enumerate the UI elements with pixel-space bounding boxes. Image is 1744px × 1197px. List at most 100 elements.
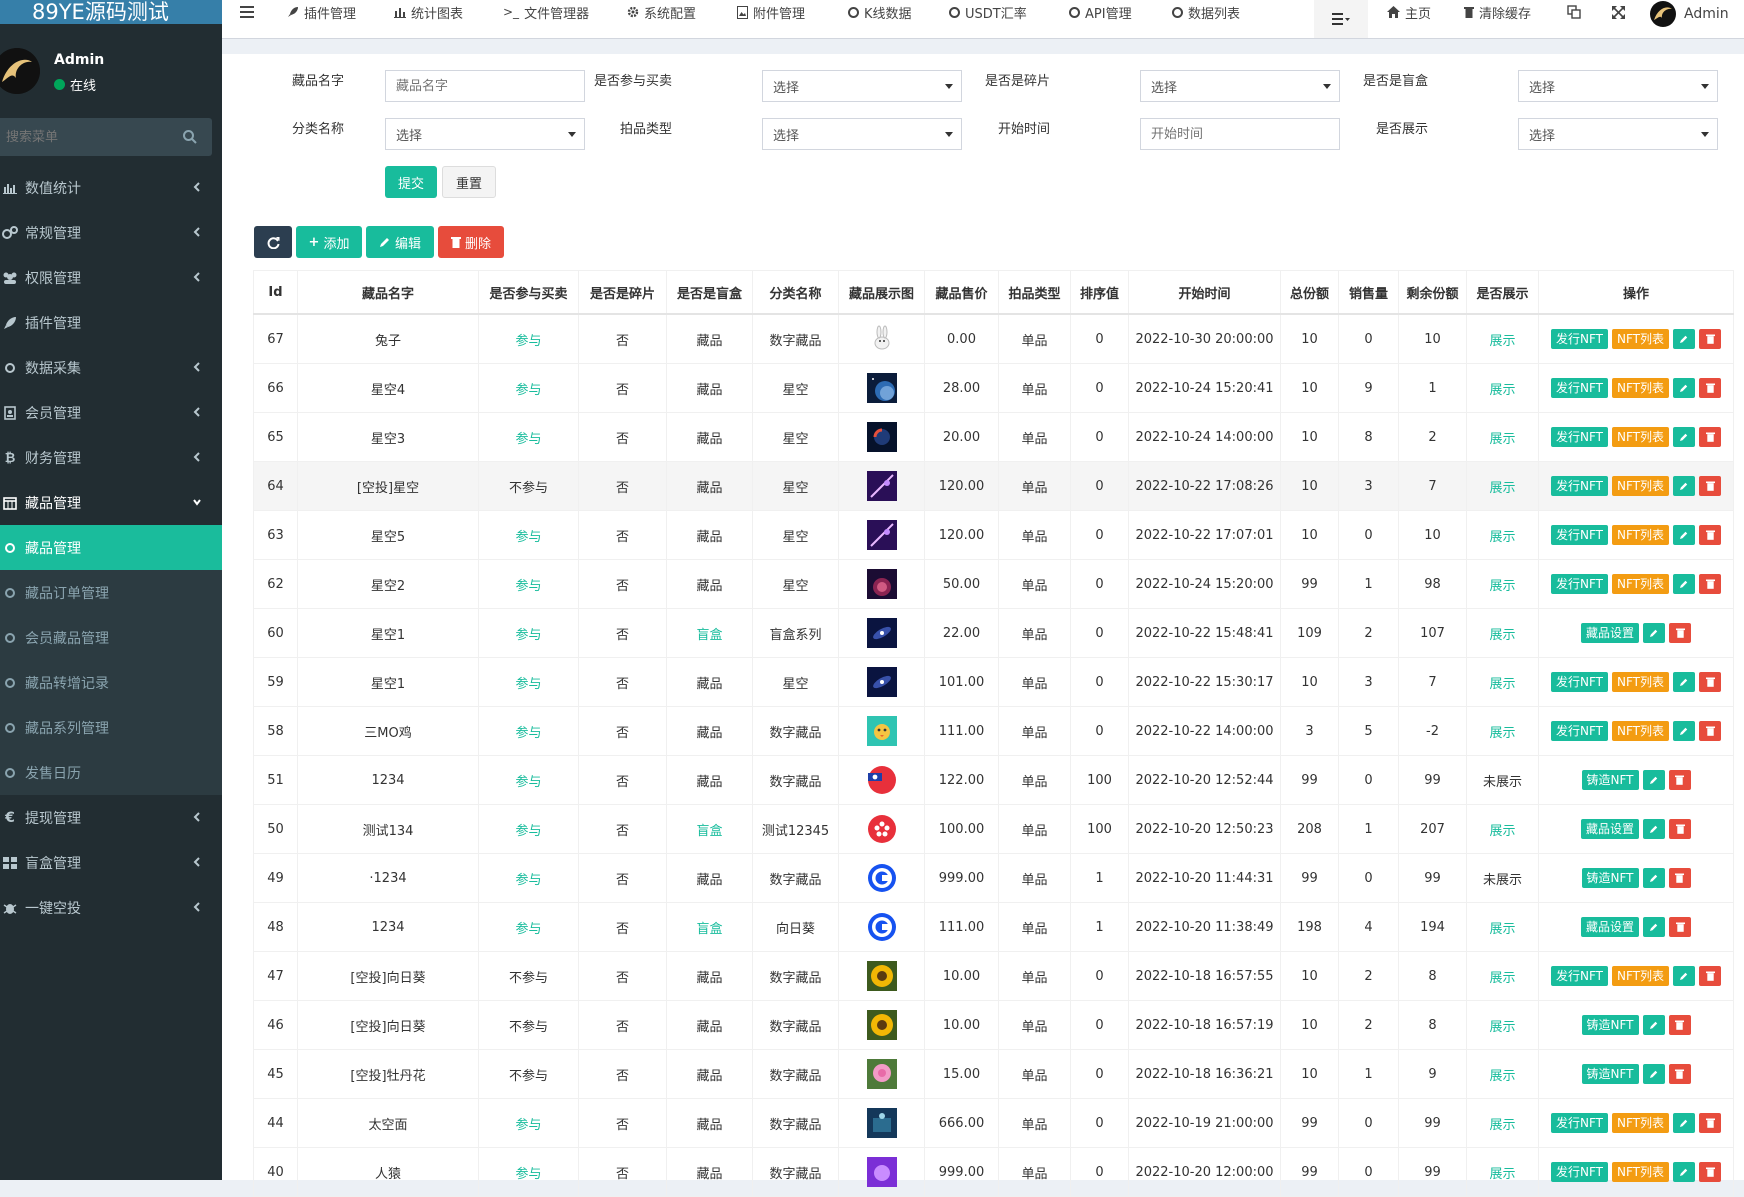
collection-thumbnail[interactable] xyxy=(867,814,897,844)
nft-list-button[interactable]: NFT列表 xyxy=(1612,966,1669,986)
row-delete-button[interactable] xyxy=(1668,1064,1691,1084)
sidebar-item-collections[interactable]: 藏品管理 xyxy=(0,480,222,525)
collection-thumbnail[interactable] xyxy=(866,1010,897,1040)
row-edit-button[interactable] xyxy=(1642,770,1665,790)
issue-nft-button[interactable]: 发行NFT xyxy=(1551,966,1608,986)
collection-thumbnail[interactable] xyxy=(867,765,897,795)
collection-thumbnail[interactable] xyxy=(866,373,897,403)
row-delete-button[interactable] xyxy=(1699,525,1721,545)
row-delete-button[interactable] xyxy=(1699,1162,1721,1182)
issue-nft-button[interactable]: 发行NFT xyxy=(1551,574,1608,594)
row-delete-button[interactable] xyxy=(1669,623,1691,643)
column-header[interactable]: Id xyxy=(253,270,298,315)
filter-name-input[interactable] xyxy=(385,70,585,102)
row-edit-button[interactable] xyxy=(1673,1162,1695,1182)
nft-list-button[interactable]: NFT列表 xyxy=(1612,525,1669,545)
sidebar-item-airdrop[interactable]: 一键空投 xyxy=(0,885,222,930)
row-edit-button[interactable] xyxy=(1642,1064,1665,1084)
issue-nft-button[interactable]: 发行NFT xyxy=(1551,525,1608,545)
issue-nft-button[interactable]: 发行NFT xyxy=(1551,721,1608,741)
row-delete-button[interactable] xyxy=(1668,868,1691,888)
sidebar-subitem-transfers[interactable]: 藏品转增记录 xyxy=(0,660,222,705)
tab-attachments[interactable]: 附件管理 xyxy=(737,0,805,24)
filter-category-select[interactable]: 选择 xyxy=(385,118,585,150)
table-row[interactable]: 59 星空1 参与否藏品 星空 101.00 单品 0 2022-10-22 15:30:17… xyxy=(253,657,1734,707)
tab-system-config[interactable]: 系统配置 xyxy=(627,0,696,24)
sidebar-toggle[interactable] xyxy=(240,0,254,24)
row-edit-button[interactable] xyxy=(1673,329,1695,349)
sidebar-subitem-collections[interactable]: 藏品管理 xyxy=(0,525,222,570)
issue-nft-button[interactable]: 发行NFT xyxy=(1551,329,1608,349)
delete-button[interactable]: 删除 xyxy=(438,226,504,258)
collection-thumbnail[interactable] xyxy=(866,716,897,746)
nft-list-button[interactable]: NFT列表 xyxy=(1612,574,1669,594)
filter-blindbox-select[interactable]: 选择 xyxy=(1518,70,1718,102)
filter-shard-select[interactable]: 选择 xyxy=(1140,70,1340,102)
row-delete-button[interactable] xyxy=(1699,1113,1721,1133)
mint-nft-button[interactable]: 铸造NFT xyxy=(1581,1064,1639,1084)
row-edit-button[interactable] xyxy=(1643,819,1665,839)
add-button[interactable]: + 添加 xyxy=(296,226,362,258)
collection-thumbnail[interactable] xyxy=(866,569,897,599)
row-delete-button[interactable] xyxy=(1669,819,1691,839)
sidebar-subitem-member-collections[interactable]: 会员藏品管理 xyxy=(0,615,222,660)
nft-list-button[interactable]: NFT列表 xyxy=(1612,427,1669,447)
row-delete-button[interactable] xyxy=(1668,1015,1691,1035)
nft-list-button[interactable]: NFT列表 xyxy=(1612,329,1669,349)
sidebar-item-blindbox[interactable]: 盲盒管理 xyxy=(0,840,222,885)
sidebar-item-withdraw[interactable]: € 提现管理 xyxy=(0,795,222,840)
row-delete-button[interactable] xyxy=(1699,378,1721,398)
row-delete-button[interactable] xyxy=(1699,574,1721,594)
admin-menu[interactable]: Admin xyxy=(1650,0,1729,28)
table-row[interactable]: 51 1234 参与否藏品 数字藏品 122.00 单品 100 2022-10-20 12:… xyxy=(253,755,1734,805)
sidebar-item-stats[interactable]: 数值统计 xyxy=(0,165,222,210)
row-edit-button[interactable] xyxy=(1673,1113,1695,1133)
sidebar-subitem-calendar[interactable]: 发售日历 xyxy=(0,750,222,795)
collection-thumbnail[interactable] xyxy=(866,471,897,501)
table-row[interactable]: 44 太空面 参与否藏品 数字藏品 666.00 单品 0 2022-10-19 21:00:… xyxy=(253,1098,1734,1148)
filter-show-select[interactable]: 选择 xyxy=(1518,118,1718,150)
table-row[interactable]: 45 [空投]牡丹花 不参与否藏品 数字藏品 15.00 单品 0 2022-10-18 16… xyxy=(253,1049,1734,1099)
collection-thumbnail[interactable] xyxy=(866,667,897,697)
collection-thumbnail[interactable] xyxy=(866,961,897,991)
collection-thumbnail[interactable] xyxy=(866,1059,897,1089)
sidebar-item-finance[interactable]: ₿ 财务管理 xyxy=(0,435,222,480)
collection-thumbnail[interactable] xyxy=(866,1157,897,1187)
sidebar-item-auth[interactable]: 权限管理 xyxy=(0,255,222,300)
row-edit-button[interactable] xyxy=(1642,1015,1665,1035)
issue-nft-button[interactable]: 发行NFT xyxy=(1551,672,1608,692)
sidebar-item-collect[interactable]: 数据采集 xyxy=(0,345,222,390)
table-row[interactable]: 63 星空5 参与否藏品 星空 120.00 单品 0 2022-10-22 17:07:01… xyxy=(253,510,1734,560)
filter-auction-select[interactable]: 选择 xyxy=(762,118,962,150)
row-edit-button[interactable] xyxy=(1673,525,1695,545)
sidebar-item-members[interactable]: 会员管理 xyxy=(0,390,222,435)
collection-settings-button[interactable]: 藏品设置 xyxy=(1580,819,1639,839)
tab-usdt[interactable]: USDT汇率 xyxy=(949,0,1027,24)
home-link[interactable]: 主页 xyxy=(1387,0,1431,24)
nft-list-button[interactable]: NFT列表 xyxy=(1612,1113,1669,1133)
sidebar-item-general[interactable]: 常规管理 xyxy=(0,210,222,255)
nft-list-button[interactable]: NFT列表 xyxy=(1612,721,1669,741)
tab-file-manager[interactable]: >_ 文件管理器 xyxy=(503,0,589,24)
table-row[interactable]: 49·1234 参与否藏品 数字藏品 999.00 单品 1 2022-10-20 11:4… xyxy=(253,853,1734,903)
table-row[interactable]: 67 兔子 参与否藏品 数字藏品 0.00 单品 0 2022-10-30 20:00:00 1… xyxy=(253,313,1734,364)
row-edit-button[interactable] xyxy=(1642,868,1665,888)
row-edit-button[interactable] xyxy=(1673,427,1695,447)
tab-charts[interactable]: 统计图表 xyxy=(394,0,463,24)
row-delete-button[interactable] xyxy=(1699,966,1721,986)
table-row[interactable]: 66 星空4 参与否藏品 星空 28.00 单品 0 2022-10-24 15:20:41 1… xyxy=(253,363,1734,413)
tab-api[interactable]: API管理 xyxy=(1069,0,1132,24)
row-edit-button[interactable] xyxy=(1643,623,1665,643)
table-row[interactable]: 58 三MO鸡 参与否藏品 数字藏品 111.00 单品 0 2022-10-22 14:00… xyxy=(253,706,1734,756)
row-edit-button[interactable] xyxy=(1673,721,1695,741)
table-row[interactable]: 46 [空投]向日葵 不参与否藏品 数字藏品 10.00 单品 0 2022-10-18 16… xyxy=(253,1000,1734,1050)
mint-nft-button[interactable]: 铸造NFT xyxy=(1581,1015,1639,1035)
table-row[interactable]: 50 测试134 参与否盲盒 测试12345 100.00 单品 100 2022-10-20… xyxy=(253,804,1734,854)
tab-data-list[interactable]: 数据列表 xyxy=(1172,0,1240,24)
table-row[interactable]: 60 星空1 参与否盲盒 盲盒系列 22.00 单品 0 2022-10-22 15:48:4… xyxy=(253,608,1734,658)
nft-list-button[interactable]: NFT列表 xyxy=(1612,672,1669,692)
issue-nft-button[interactable]: 发行NFT xyxy=(1551,476,1608,496)
row-delete-button[interactable] xyxy=(1669,917,1691,937)
reset-button[interactable]: 重置 xyxy=(442,166,496,198)
collection-thumbnail[interactable] xyxy=(867,863,897,893)
